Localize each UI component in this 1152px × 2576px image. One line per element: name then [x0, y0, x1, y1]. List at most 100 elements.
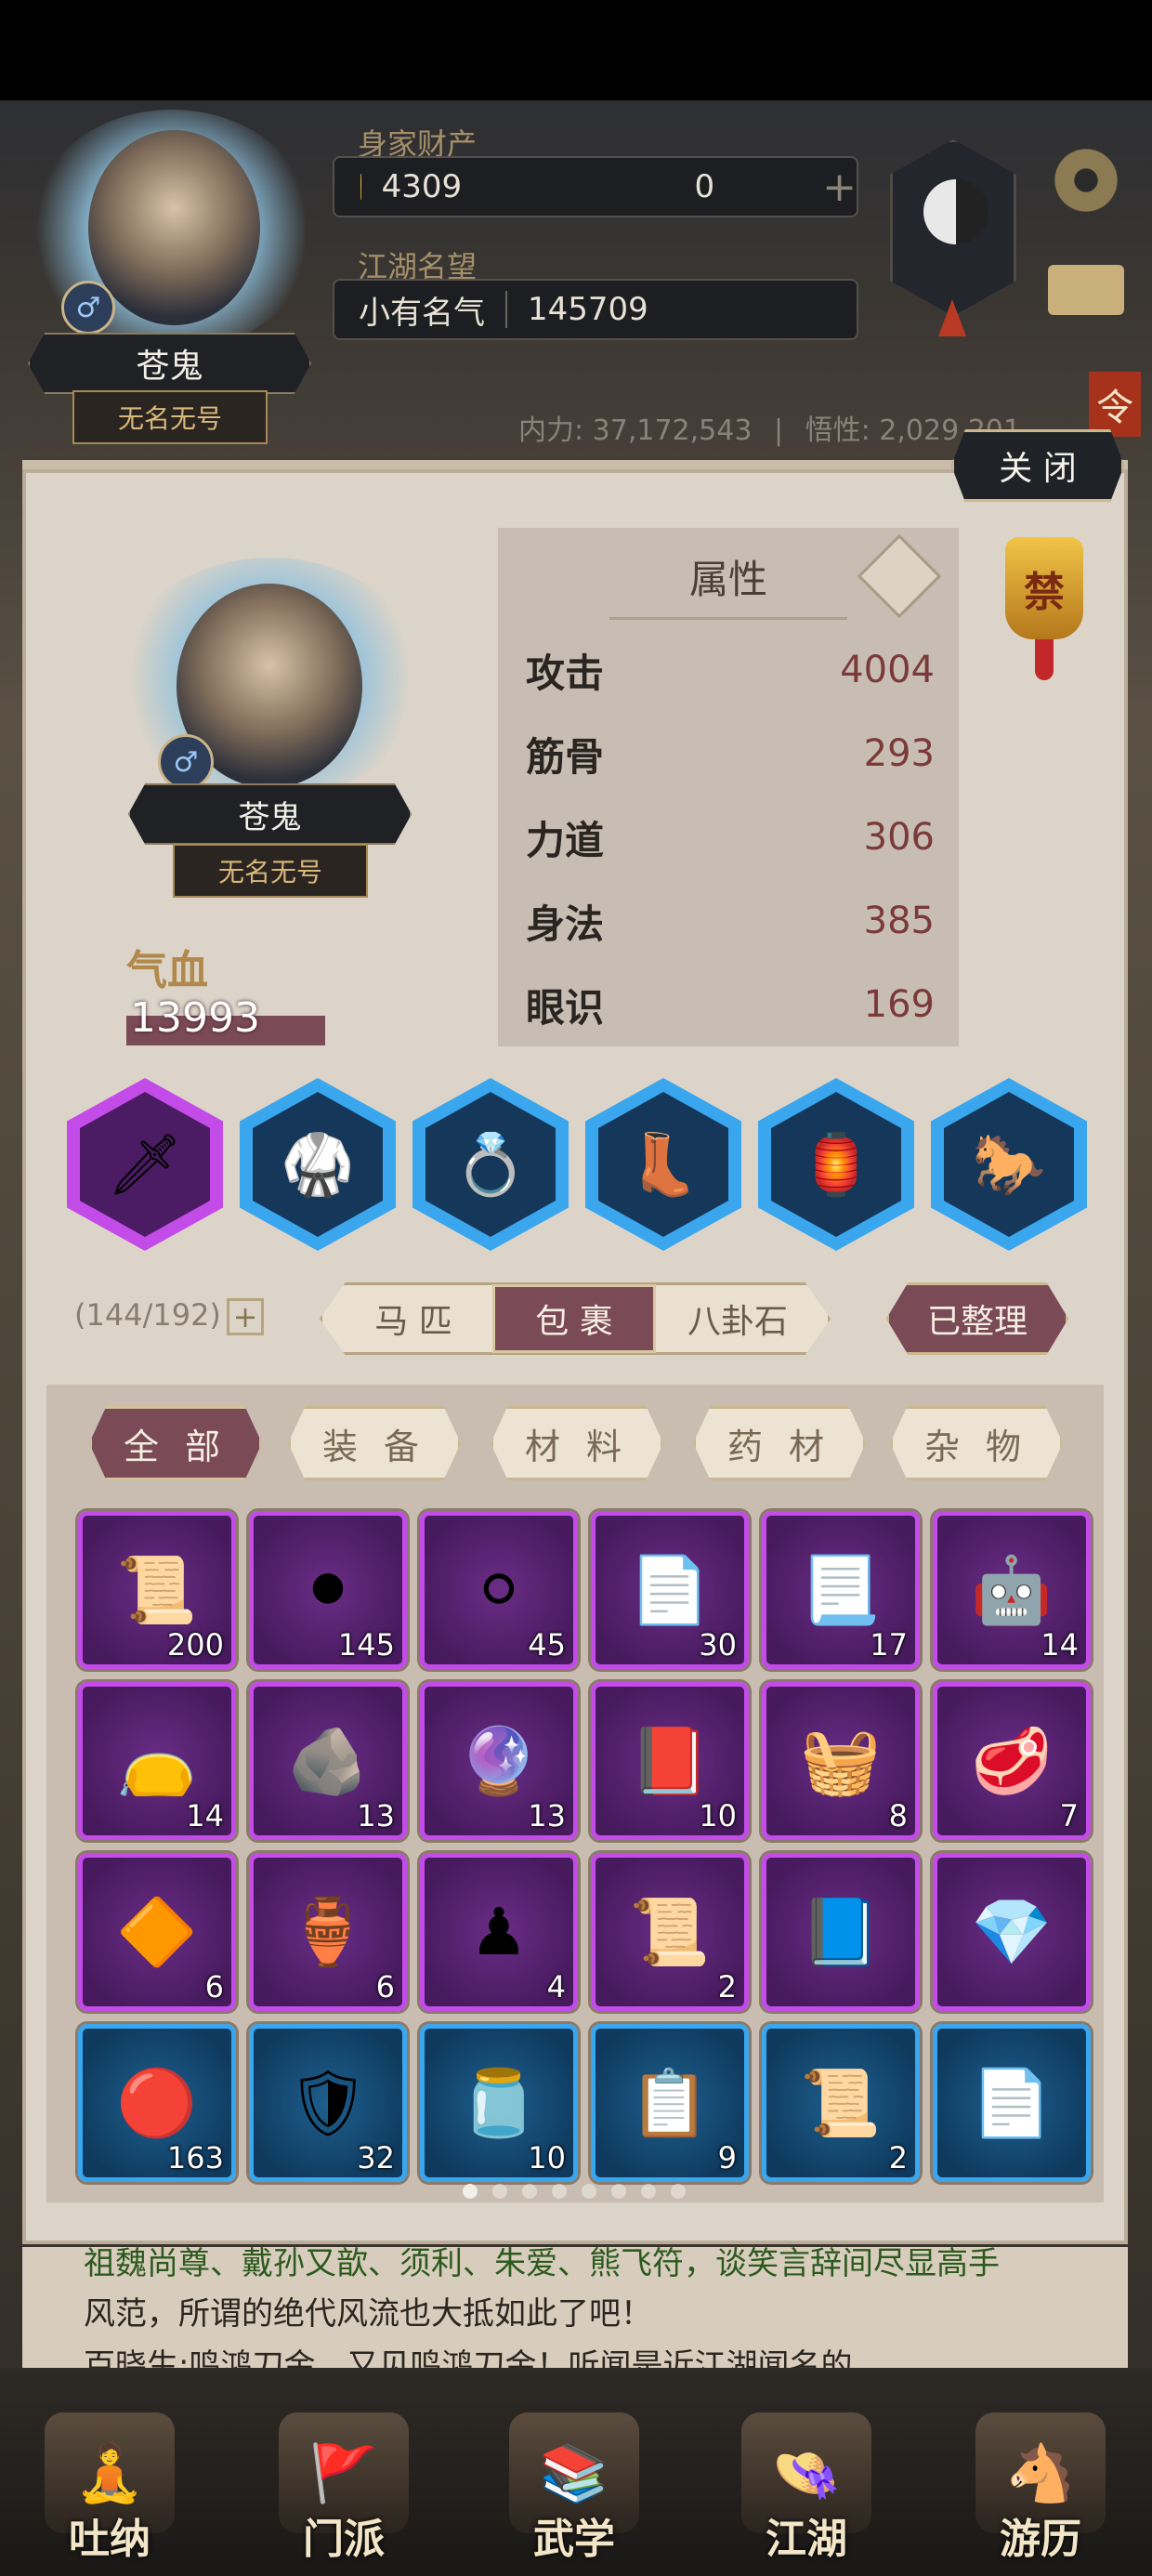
- item-slot[interactable]: 🏺 6: [249, 1853, 407, 2011]
- page-dot[interactable]: [641, 2184, 656, 2199]
- add-currency-button[interactable]: +: [822, 164, 857, 211]
- item-count: 13: [528, 1798, 566, 1833]
- item-slot[interactable]: 🪨 13: [249, 1682, 407, 1840]
- gold-shard-icon: 🔶: [116, 1893, 198, 1970]
- page-dot[interactable]: [552, 2184, 567, 2199]
- bagua-emblem[interactable]: [890, 139, 1016, 316]
- comprehension-label: 悟性:: [805, 414, 871, 447]
- page-dot[interactable]: [671, 2184, 686, 2199]
- category-misc[interactable]: 杂 物: [890, 1406, 1063, 1480]
- item-slot[interactable]: 🧺 8: [762, 1682, 920, 1840]
- attr-value: 4004: [840, 649, 935, 691]
- page-dot[interactable]: [463, 2184, 478, 2199]
- item-slot[interactable]: 🫙 10: [420, 2024, 578, 2182]
- category-all[interactable]: 全 部: [89, 1406, 262, 1480]
- inner-power-label: 内力:: [518, 414, 584, 447]
- page-dot[interactable]: [611, 2184, 626, 2199]
- gold-ingot-icon: [360, 174, 361, 200]
- item-count: 200: [166, 1627, 224, 1663]
- tab-horses[interactable]: 马 匹: [334, 1286, 492, 1351]
- item-count: 45: [528, 1627, 566, 1663]
- divider: [505, 291, 507, 328]
- item-slot[interactable]: 💎: [933, 1853, 1091, 2011]
- jade-icon: [666, 170, 674, 204]
- pendant-icon: 🏮: [771, 1092, 901, 1237]
- nav-item[interactable]: 🧘 吐纳: [26, 2388, 193, 2565]
- red-book-icon: 📕: [629, 1722, 711, 1799]
- nav-item[interactable]: 📚 武学: [491, 2388, 658, 2565]
- item-slot[interactable]: 📜 200: [78, 1511, 236, 1669]
- category-herbs[interactable]: 药 材: [693, 1406, 866, 1480]
- settings-gear-icon[interactable]: [1050, 144, 1122, 217]
- expand-bag-button[interactable]: +: [227, 1298, 264, 1335]
- item-slot[interactable]: 👝 14: [78, 1682, 236, 1840]
- item-count: 6: [375, 1969, 395, 2004]
- item-count: 2: [888, 2140, 908, 2175]
- nav-item[interactable]: 🐴 游历: [957, 2388, 1124, 2565]
- item-slot[interactable]: 📘: [762, 1853, 920, 2011]
- ban-badge[interactable]: 禁: [1005, 537, 1083, 639]
- category-materials[interactable]: 材 料: [491, 1406, 663, 1480]
- bracelet-icon: 💍: [425, 1092, 556, 1237]
- page-dot[interactable]: [522, 2184, 537, 2199]
- page-dot[interactable]: [492, 2184, 507, 2199]
- sapphire-icon: 💎: [971, 1893, 1053, 1970]
- page-dot[interactable]: [582, 2184, 596, 2199]
- side-badge[interactable]: 令: [1089, 372, 1141, 437]
- nav-label: 门派: [303, 2516, 385, 2563]
- mail-envelope-icon[interactable]: [1048, 265, 1124, 315]
- item-count: 10: [699, 1798, 737, 1833]
- eye-toggle-icon[interactable]: [857, 533, 942, 619]
- item-slot[interactable]: 📕 10: [591, 1682, 749, 1840]
- item-slot[interactable]: 🛡 32: [249, 2024, 407, 2182]
- item-slot[interactable]: 📄 30: [591, 1511, 749, 1669]
- attr-row-agility: 身法 385: [526, 888, 935, 953]
- tab-bag[interactable]: 包 裹: [492, 1284, 656, 1353]
- item-slot[interactable]: ♟ 4: [420, 1853, 578, 2011]
- item-count: 10: [528, 2140, 566, 2175]
- item-slot[interactable]: 📄: [933, 2024, 1091, 2182]
- item-slot[interactable]: 🤖 14: [933, 1511, 1091, 1669]
- hp-value: 13993: [130, 994, 260, 1042]
- attr-value: 385: [863, 900, 935, 942]
- scroll-icon: 📜: [116, 1551, 198, 1628]
- sect-letter-icon: 📋: [629, 2064, 711, 2141]
- close-button[interactable]: 关 闭: [951, 429, 1124, 502]
- story-line-2: 风范，所谓的绝代风流也大抵如此了吧！: [84, 2295, 652, 2333]
- fame-level: 小有名气: [359, 294, 485, 332]
- stats-line: 内力: 37,172,543 | 悟性: 2,029,201: [518, 407, 1021, 448]
- item-slot[interactable]: 🔴 163: [78, 2024, 236, 2182]
- nav-label: 吐纳: [69, 2516, 151, 2563]
- horse-icon: 🐎: [944, 1092, 1074, 1237]
- nav-item[interactable]: 🚩 门派: [260, 2388, 427, 2565]
- attr-value: 293: [863, 732, 935, 775]
- manuscript-icon: 📃: [800, 1551, 882, 1628]
- tab-bagua-stones[interactable]: 八卦石: [656, 1286, 819, 1351]
- parchment-icon: 📄: [971, 2064, 1053, 2141]
- item-slot[interactable]: 🔶 6: [78, 1853, 236, 2011]
- item-slot[interactable]: 📜 2: [591, 1853, 749, 2011]
- bag-capacity: (144/192): [74, 1297, 221, 1333]
- item-slot[interactable]: ⚪ 45: [420, 1511, 578, 1669]
- item-slot[interactable]: 🔮 13: [420, 1682, 578, 1840]
- nav-item[interactable]: 👒 江湖: [723, 2388, 890, 2565]
- modal-char-name: 苍鬼: [128, 783, 412, 845]
- item-slot[interactable]: ⚫ 145: [249, 1511, 407, 1669]
- fame-value: 145709: [528, 291, 648, 328]
- item-slot[interactable]: 📜 2: [762, 2024, 920, 2182]
- item-slot[interactable]: 📃 17: [762, 1511, 920, 1669]
- horse-token-icon: 🛡: [286, 2064, 370, 2141]
- category-equipment[interactable]: 装 备: [288, 1406, 461, 1480]
- sort-button[interactable]: 已整理: [886, 1282, 1068, 1355]
- item-count: 30: [699, 1627, 737, 1663]
- attr-row-constitution: 筋骨 293: [526, 721, 935, 786]
- yin-yang-icon: [923, 179, 988, 244]
- nav-label: 武学: [533, 2516, 615, 2563]
- header-avatar[interactable]: [88, 130, 260, 325]
- attr-name: 攻击: [526, 650, 605, 696]
- item-slot[interactable]: 🥩 7: [933, 1682, 1091, 1840]
- letter-icon: 📄: [629, 1551, 711, 1628]
- attr-row-strength: 力道 306: [526, 805, 935, 870]
- item-slot[interactable]: 📋 9: [591, 2024, 749, 2182]
- item-count: 145: [337, 1627, 395, 1663]
